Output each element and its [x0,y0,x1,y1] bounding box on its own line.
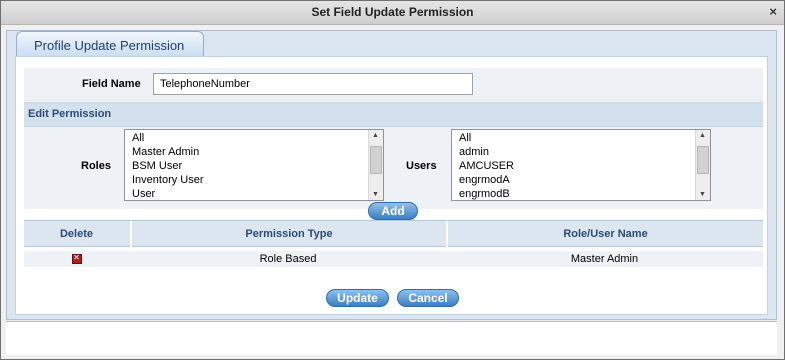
users-option[interactable]: AMCUSER [452,159,710,173]
title-bar: Set Field Update Permission × [1,1,784,25]
users-scroll-thumb[interactable] [697,146,709,174]
roles-scrollbar[interactable]: ▲ ▼ [368,130,383,200]
add-button[interactable]: Add [368,202,418,220]
roles-option[interactable]: User [125,187,383,200]
users-listbox[interactable]: All admin AMCUSER engrmodA engrmodB ▲ ▼ [451,129,711,201]
dialog-title: Set Field Update Permission [311,5,474,19]
scroll-down-icon[interactable]: ▼ [372,191,379,198]
table-row: Role Based Master Admin [24,251,763,267]
users-option[interactable]: engrmodB [452,187,710,200]
update-button[interactable]: Update [326,289,389,307]
delete-icon[interactable] [71,252,82,264]
scroll-up-icon[interactable]: ▲ [699,132,706,139]
field-name-label: Field Name [82,78,141,90]
table-header: Delete Permission Type Role/User Name [24,220,763,248]
scroll-up-icon[interactable]: ▲ [372,132,379,139]
users-option[interactable]: engrmodA [452,173,710,187]
roles-label: Roles [81,160,111,172]
close-icon[interactable]: × [769,4,777,19]
users-label: Users [406,160,437,172]
cancel-button[interactable]: Cancel [397,289,459,307]
scroll-down-icon[interactable]: ▼ [699,191,706,198]
column-header-permission-type: Permission Type [130,221,446,248]
delete-cell [24,251,129,267]
roles-option[interactable]: All [125,131,383,145]
permission-type-cell: Role Based [259,253,317,265]
roles-listbox[interactable]: All Master Admin BSM User Inventory User… [124,129,384,201]
column-header-delete: Delete [59,228,94,240]
dialog-footer [6,321,777,355]
roles-scroll-thumb[interactable] [370,146,382,174]
users-option[interactable]: admin [452,145,710,159]
column-header-role-user-name: Role/User Name [446,221,763,248]
users-option[interactable]: All [452,131,710,145]
field-name-input[interactable] [153,73,473,95]
roles-option[interactable]: Master Admin [125,145,383,159]
tab-profile-update-permission[interactable]: Profile Update Permission [16,31,204,57]
users-scrollbar[interactable]: ▲ ▼ [695,130,710,200]
edit-permission-header: Edit Permission [24,102,763,127]
role-user-name-cell: Master Admin [570,253,639,265]
roles-option[interactable]: BSM User [125,159,383,173]
roles-option[interactable]: Inventory User [125,173,383,187]
